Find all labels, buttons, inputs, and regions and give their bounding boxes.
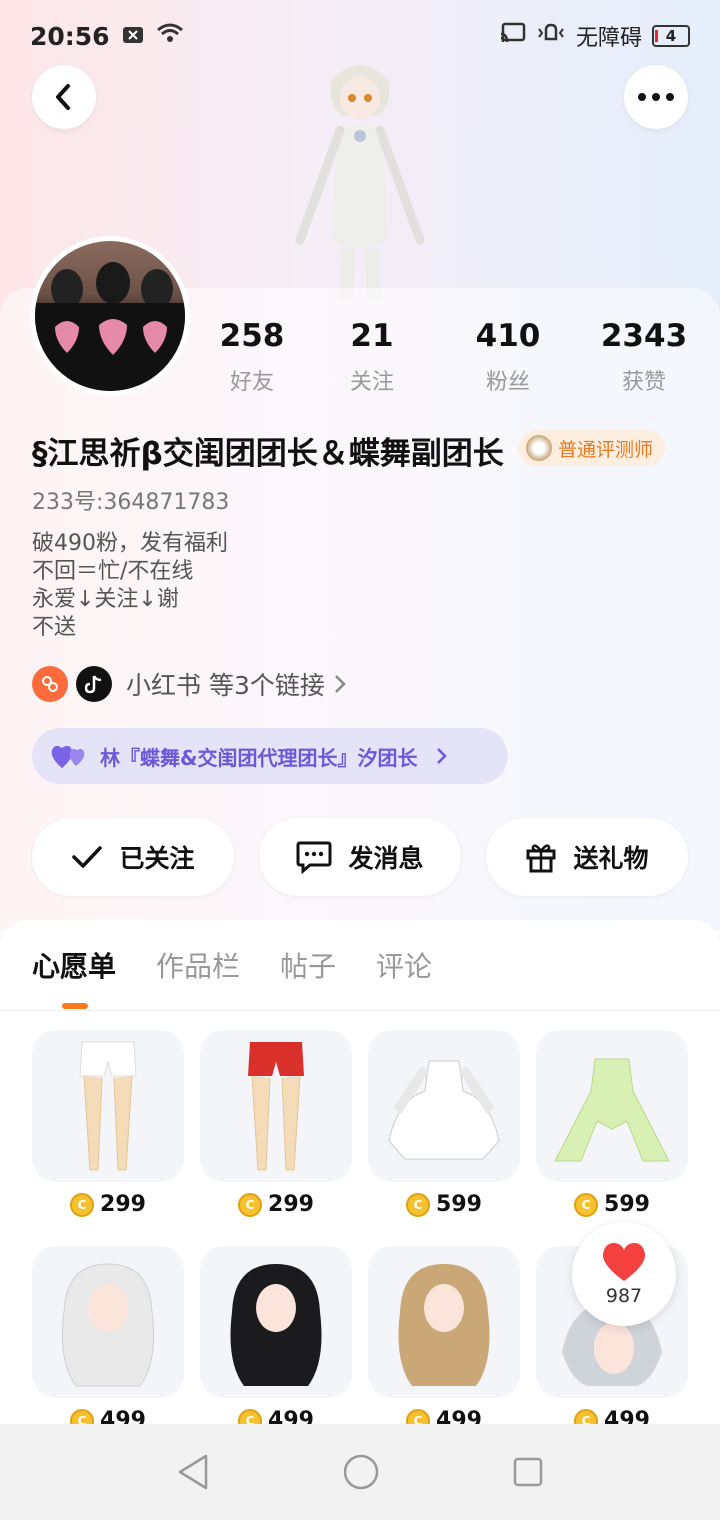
nav-back-icon[interactable]: [176, 1453, 210, 1491]
gift-label: 送礼物: [573, 844, 649, 873]
tab-wishlist[interactable]: 心愿单: [32, 945, 116, 985]
user-id: 233号:364871783: [32, 490, 230, 515]
item-price: C 599: [368, 1192, 520, 1217]
social-links[interactable]: 小红书 等3个链接: [32, 666, 347, 702]
price-value: 599: [604, 1192, 650, 1217]
back-button[interactable]: [32, 65, 96, 129]
profile-tabs: 心愿单 作品栏 帖子 评论: [32, 945, 432, 985]
like-count: 987: [605, 1285, 643, 1307]
social-links-label: 小红书 等3个链接: [126, 671, 325, 700]
avatar[interactable]: [30, 236, 190, 396]
active-tab-indicator: [62, 1003, 88, 1009]
stat-value: 258: [219, 318, 285, 354]
stat-value: 2343: [600, 318, 688, 354]
coin-icon: C: [574, 1192, 599, 1217]
bio-line: 不回＝忙/不在线: [32, 559, 194, 584]
badge-label: 普通评测师: [558, 438, 654, 461]
badge-avatar-icon: [526, 435, 552, 461]
divider: [0, 1010, 720, 1011]
wishlist-item[interactable]: C 299: [32, 1030, 184, 1217]
check-icon: [72, 846, 103, 868]
item-price: C 299: [200, 1192, 352, 1217]
gift-icon: [526, 844, 556, 873]
wifi-icon: [156, 22, 184, 50]
nav-home-icon[interactable]: [342, 1453, 380, 1491]
reviewer-badge[interactable]: 普通评测师: [518, 430, 666, 466]
status-time: 20:56: [30, 21, 110, 51]
message-button[interactable]: 发消息: [259, 818, 461, 896]
coin-icon: C: [406, 1192, 431, 1217]
nav-recents-icon[interactable]: [512, 1456, 544, 1488]
white-shorts-stockings-icon: [32, 1030, 184, 1182]
heart-icon: [602, 1243, 646, 1281]
stat-label: 获赞: [621, 370, 666, 395]
item-price: C 299: [32, 1192, 184, 1217]
wishlist-item[interactable]: C 599: [368, 1030, 520, 1217]
price-value: 299: [268, 1192, 314, 1217]
stat-label: 好友: [229, 370, 274, 395]
black-curly-wig-icon: [200, 1246, 352, 1398]
tab-comments[interactable]: 评论: [376, 945, 432, 985]
group-label: 林『蝶舞&交闺团代理团长』汐团长: [100, 745, 418, 770]
silver-curly-wig-icon: [32, 1246, 184, 1398]
following-label: 已关注: [119, 844, 195, 873]
wishlist-item[interactable]: C 299: [200, 1030, 352, 1217]
stat-value: 410: [475, 318, 541, 354]
wishlist-item[interactable]: C 499: [32, 1246, 184, 1433]
accessibility-label: 无障碍: [575, 26, 642, 51]
more-button[interactable]: [624, 65, 688, 129]
bio-line: 破490粉，发有福利: [32, 531, 228, 556]
tab-posts[interactable]: 帖子: [280, 945, 336, 985]
message-label: 发消息: [348, 844, 424, 873]
vibrate-icon: [536, 21, 566, 51]
xiaohongshu-icon: [32, 666, 68, 702]
wishlist-item[interactable]: C 499: [368, 1246, 520, 1433]
stat-label: 粉丝: [485, 370, 530, 395]
price-value: 299: [100, 1192, 146, 1217]
red-shorts-stockings-icon: [200, 1030, 352, 1182]
bio: 破490粉，发有福利 不回＝忙/不在线 永爱↓关注↓谢 不送: [32, 530, 228, 642]
cast-icon: [500, 22, 526, 50]
avatar-photo: [35, 241, 185, 391]
chevron-right-icon: [437, 748, 448, 764]
username: §江思祈β交闺团团长＆蝶舞副团长: [32, 436, 504, 472]
stat-label: 关注: [349, 370, 394, 395]
tab-works[interactable]: 作品栏: [156, 945, 240, 985]
gift-button[interactable]: 送礼物: [486, 818, 688, 896]
coin-icon: C: [238, 1192, 263, 1217]
stat-value: 21: [350, 318, 394, 354]
stat-friends[interactable]: 258 好友: [182, 318, 322, 396]
blonde-curly-wig-icon: [368, 1246, 520, 1398]
group-link[interactable]: 林『蝶舞&交闺团代理团长』汐团长: [32, 728, 508, 784]
system-nav-bar: [0, 1424, 720, 1520]
battery-icon: 4: [652, 25, 690, 47]
notification-icon: [122, 22, 144, 50]
item-price: C 599: [536, 1192, 688, 1217]
following-button[interactable]: 已关注: [32, 818, 234, 896]
more-icon: [638, 93, 674, 101]
character-avatar-image[interactable]: [270, 50, 450, 301]
wishlist-item[interactable]: C 499: [200, 1246, 352, 1433]
coin-icon: C: [70, 1192, 95, 1217]
bio-line: 不送: [32, 615, 77, 640]
chat-bubble-icon: [296, 841, 332, 874]
double-heart-icon: [51, 745, 85, 768]
stat-followers[interactable]: 410 粉丝: [438, 318, 578, 396]
white-lace-dress-icon: [368, 1030, 520, 1182]
stat-following[interactable]: 21 关注: [302, 318, 442, 396]
stat-likes[interactable]: 2343 获赞: [574, 318, 714, 396]
green-fairy-dress-icon: [536, 1030, 688, 1182]
chevron-right-icon: [334, 675, 346, 693]
bio-line: 永爱↓关注↓谢: [32, 587, 179, 612]
wishlist-item[interactable]: C 599: [536, 1030, 688, 1217]
back-icon: [56, 84, 70, 110]
douyin-icon: [76, 666, 112, 702]
like-button[interactable]: 987: [572, 1222, 676, 1326]
price-value: 599: [436, 1192, 482, 1217]
